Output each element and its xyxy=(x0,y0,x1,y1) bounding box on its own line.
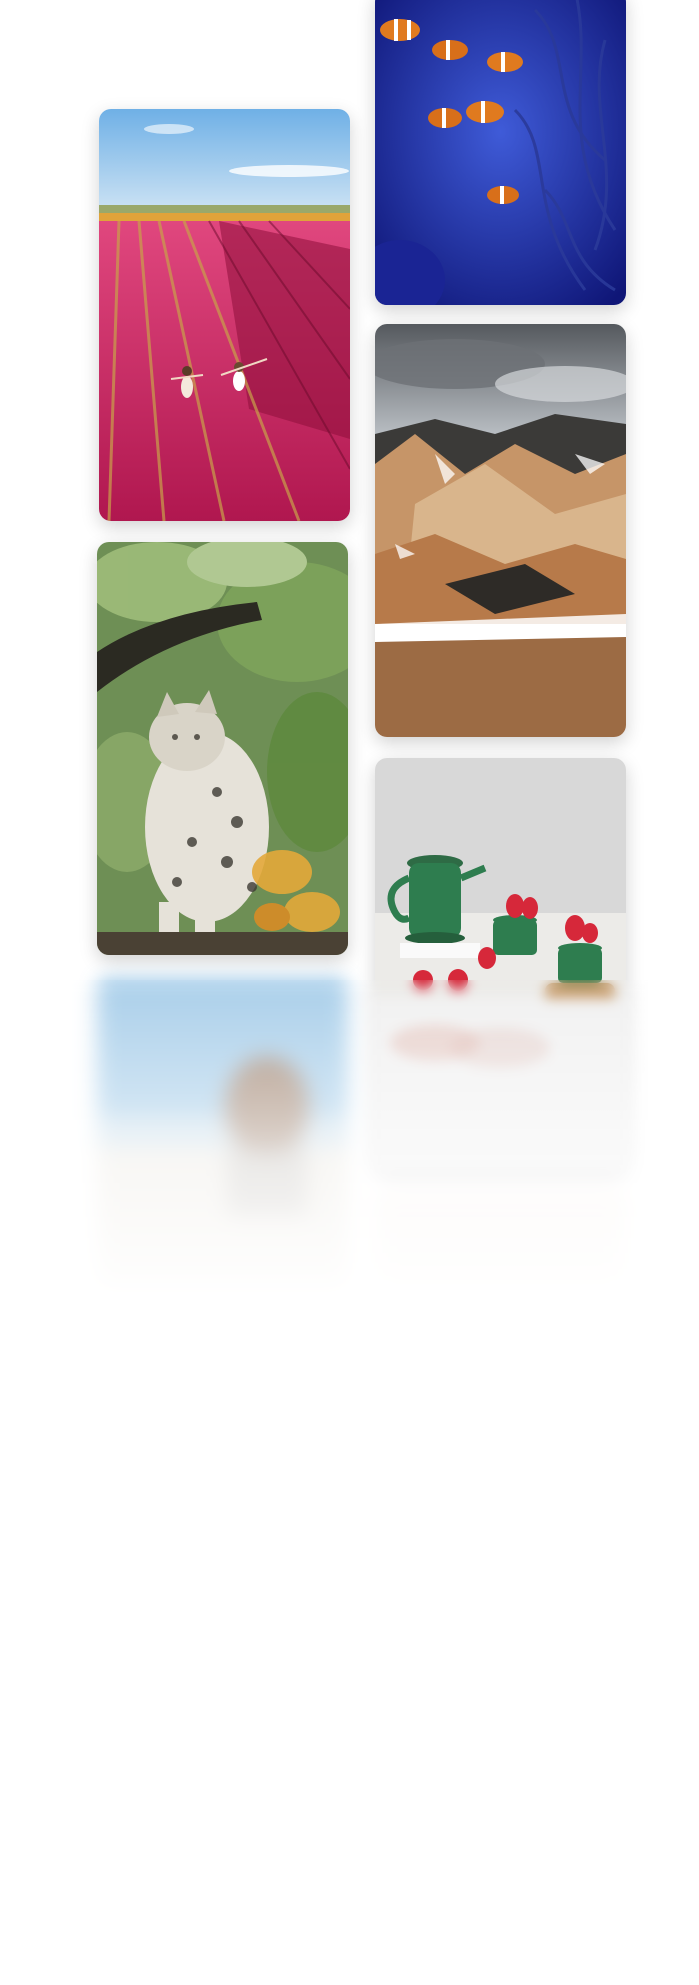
gallery-image-placeholder[interactable] xyxy=(375,1190,626,1290)
gallery-image-snow-leopard[interactable] xyxy=(97,542,348,955)
gallery-image-mountains[interactable] xyxy=(375,324,626,737)
gallery-image-beach-blurred[interactable] xyxy=(97,977,348,1292)
teapot-image xyxy=(375,758,626,1171)
placeholder-image xyxy=(375,1190,626,1290)
clownfish-image xyxy=(375,0,626,305)
beach-image xyxy=(97,977,348,1292)
snow-leopard-image xyxy=(97,542,348,955)
gallery-image-tulip-field[interactable] xyxy=(99,109,350,521)
image-gallery xyxy=(0,0,699,1985)
gallery-image-clownfish[interactable] xyxy=(375,0,626,305)
gallery-image-teapot[interactable] xyxy=(375,758,626,1171)
mountains-image xyxy=(375,324,626,737)
tulip-field-image xyxy=(99,109,350,521)
